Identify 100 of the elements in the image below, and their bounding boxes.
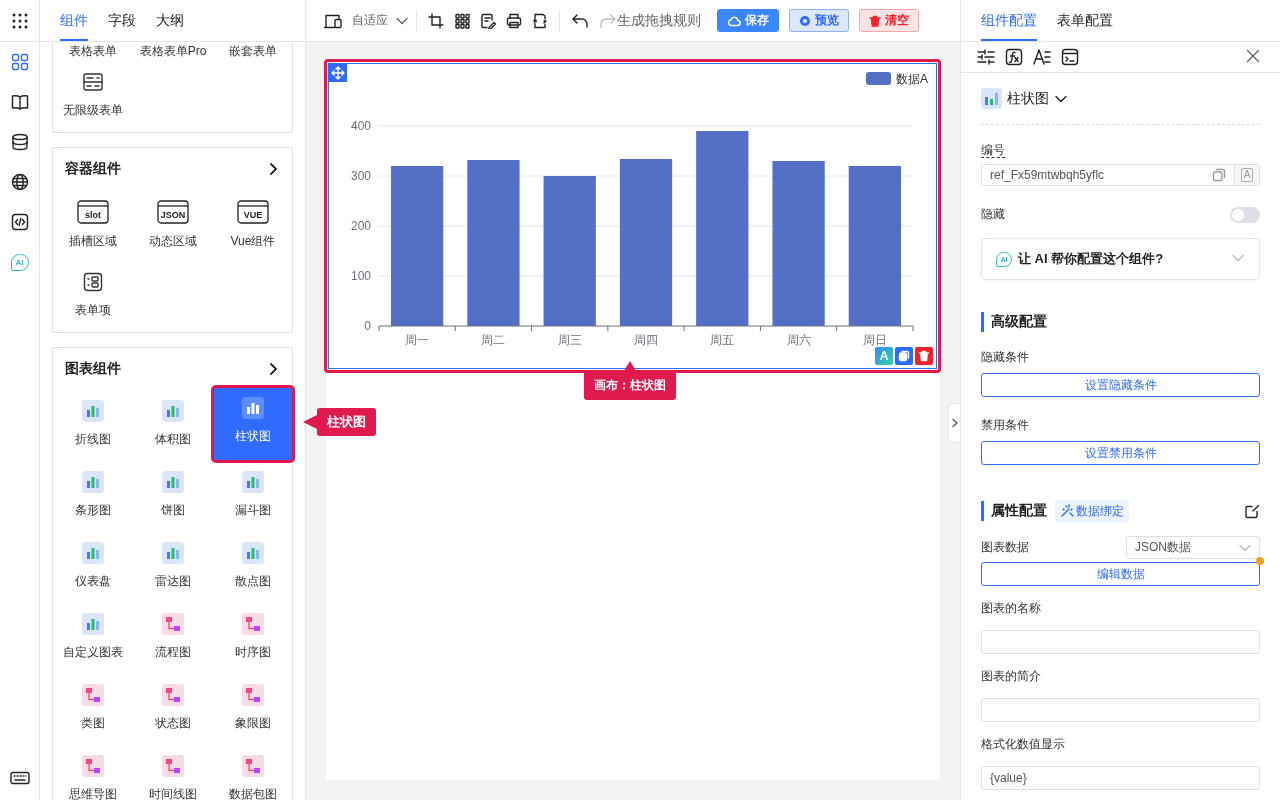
keyboard-icon	[9, 771, 30, 785]
file-icon	[532, 12, 548, 29]
axis-label: 200	[350, 219, 371, 233]
component-item[interactable]: 表格表单Pro	[133, 42, 213, 61]
legend-swatch	[866, 72, 891, 85]
function-icon	[1005, 48, 1023, 66]
component-item[interactable]: 数据包图	[213, 745, 293, 800]
component-item[interactable]: 仪表盘	[53, 532, 133, 603]
component-item[interactable]: 条形图	[53, 461, 133, 532]
toolbar-button[interactable]: 预览	[789, 9, 849, 32]
field-label: 隐藏条件	[981, 349, 1030, 366]
input-field[interactable]	[981, 698, 1260, 722]
axis-label: 周日	[862, 333, 887, 347]
chart-tile-icon	[242, 471, 264, 493]
collapse-handle[interactable]	[948, 403, 960, 443]
database-icon	[10, 133, 29, 151]
book-icon	[10, 93, 29, 111]
chart-tile-icon	[162, 400, 184, 422]
print-icon	[506, 12, 522, 29]
section-title: 高级配置	[991, 313, 1047, 331]
field-label: 禁用条件	[981, 417, 1030, 434]
component-item[interactable]: 象限图	[213, 674, 293, 745]
axis-label: 100	[350, 269, 371, 283]
component-item[interactable]: 自定义图表	[53, 603, 133, 674]
component-item[interactable]: 散点图	[213, 532, 293, 603]
text-style-icon	[1033, 49, 1051, 65]
diagram-tile-icon	[242, 684, 264, 706]
window-icon: slot	[77, 200, 109, 224]
chart-widget[interactable]: 0 100 200 300 400 周一 周二 周三 周四 周五 周六 周日 数据A A	[324, 59, 941, 373]
axis-label: 周五	[710, 333, 735, 347]
component-item[interactable]: 思维导图	[53, 745, 133, 800]
component-item[interactable]: JSON 动态区域	[133, 190, 213, 261]
redo-icon	[599, 12, 617, 29]
hidden-toggle[interactable]	[1230, 206, 1260, 223]
group-title: 容器组件	[65, 160, 121, 178]
window-icon: VUE	[237, 200, 269, 224]
edit-data-button[interactable]: 编辑数据	[981, 562, 1260, 586]
undo-icon	[571, 12, 589, 29]
chart-tile-icon	[242, 397, 264, 419]
panel-tab[interactable]: 组件配置	[981, 0, 1037, 41]
layout-select[interactable]: 自适应	[348, 8, 410, 33]
component-item[interactable]: 折线图	[53, 390, 133, 461]
component-item[interactable]: 柱状图	[213, 387, 293, 461]
component-item[interactable]: 表格表单	[53, 42, 133, 61]
diagram-tile-icon	[82, 755, 104, 777]
chart-tile-icon	[82, 613, 104, 635]
condition-button[interactable]: 设置禁用条件	[981, 441, 1260, 465]
section-title: 属性配置	[991, 502, 1047, 520]
input-field[interactable]	[981, 630, 1260, 654]
id-field[interactable]: ref_Fx59mtwbqh5yflc A	[981, 164, 1260, 186]
grid-icon	[10, 53, 29, 71]
axis-label: 周三	[557, 333, 582, 347]
axis-label: 300	[350, 169, 371, 183]
component-item[interactable]: 饼图	[133, 461, 213, 532]
move-handle[interactable]	[329, 64, 347, 82]
component-item[interactable]: 类图	[53, 674, 133, 745]
component-item[interactable]: 状态图	[133, 674, 213, 745]
panel-tab[interactable]: 字段	[108, 0, 136, 41]
component-item[interactable]: 表单项	[53, 261, 133, 332]
panel-tab[interactable]: 大纲	[156, 0, 184, 41]
diagram-tile-icon	[242, 755, 264, 777]
component-select[interactable]: 柱状图	[981, 73, 1260, 125]
component-item[interactable]: 无限级表单	[53, 61, 133, 132]
diagram-tile-icon	[242, 613, 264, 635]
data-source-select[interactable]: JSON数据	[1126, 536, 1260, 559]
diagram-tile-icon	[162, 613, 184, 635]
component-item[interactable]: VUE Vue组件	[213, 190, 293, 261]
component-item[interactable]: 漏斗图	[213, 461, 293, 532]
diagram-tile-icon	[162, 755, 184, 777]
axis-label: 400	[350, 119, 371, 133]
edit-icon	[480, 12, 496, 29]
chart-tile-icon	[162, 471, 184, 493]
form-icon	[82, 71, 104, 93]
terminal-icon	[1061, 48, 1079, 66]
copy-button[interactable]	[895, 347, 913, 365]
component-item[interactable]: 嵌套表单	[213, 42, 293, 61]
data-binding-tag[interactable]: 数据绑定	[1055, 499, 1129, 523]
generate-rules-link[interactable]: 生成拖拽规则	[617, 11, 701, 30]
sliders-icon	[977, 49, 995, 65]
field-label: 隐藏	[981, 206, 1005, 223]
axis-label: 周二	[481, 333, 506, 347]
condition-button[interactable]: 设置隐藏条件	[981, 373, 1260, 397]
apps-icon	[10, 11, 29, 30]
input-field[interactable]: {value}	[981, 766, 1260, 790]
panel-tab[interactable]: 组件	[60, 0, 88, 41]
component-item[interactable]: 雷达图	[133, 532, 213, 603]
delete-button[interactable]	[915, 347, 933, 365]
component-item[interactable]: 时间线图	[133, 745, 213, 800]
component-item[interactable]: 流程图	[133, 603, 213, 674]
bar-chart-icon	[981, 88, 1002, 109]
panel-tab[interactable]: 表单配置	[1057, 0, 1113, 41]
field-label: 图表数据	[981, 539, 1029, 556]
field-label: 图表的简介	[981, 668, 1042, 685]
chart-tile-icon	[82, 542, 104, 564]
component-item[interactable]: slot 插槽区域	[53, 190, 133, 261]
code-icon	[10, 213, 29, 231]
component-item[interactable]: 时序图	[213, 603, 293, 674]
legend-label: 数据A	[896, 72, 928, 86]
cloud-icon	[727, 14, 741, 27]
canvas-tooltip: 画布：柱状图	[584, 361, 676, 400]
